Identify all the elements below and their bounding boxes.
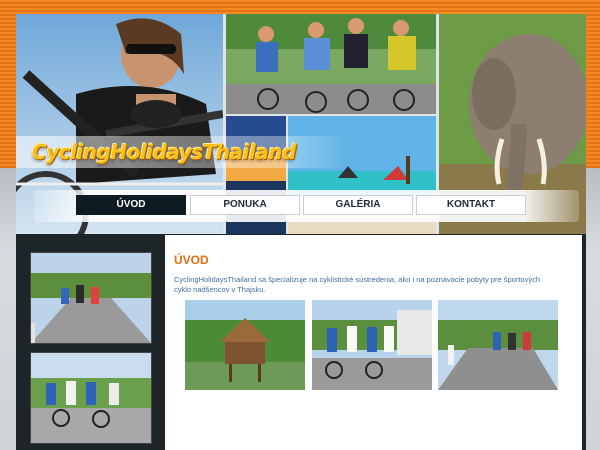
banner-photo-group xyxy=(226,14,436,114)
sidebar-photo-road-cyclists[interactable] xyxy=(30,252,152,344)
nav-item-uvod[interactable]: ÚVOD xyxy=(76,195,186,215)
sidebar-photo-team[interactable] xyxy=(30,352,152,444)
page-title: ÚVOD xyxy=(174,253,209,267)
gallery-photo-hut[interactable] xyxy=(185,300,305,390)
nav-item-kontakt[interactable]: KONTAKT xyxy=(416,195,526,215)
gallery-photo-road-ride[interactable] xyxy=(438,300,558,390)
intro-text: CyclingHolidaysThailand sa špecializuje … xyxy=(174,275,541,294)
header-banner: CyclingHolidaysThailand ÚVOD PONUKA GALÉ… xyxy=(16,14,586,234)
site-logo[interactable]: CyclingHolidaysThailand xyxy=(32,140,296,164)
gallery-photo-cyclists-van[interactable] xyxy=(312,300,432,390)
nav-item-ponuka[interactable]: PONUKA xyxy=(190,195,300,215)
site-frame: CyclingHolidaysThailand ÚVOD PONUKA GALÉ… xyxy=(16,14,586,450)
nav-item-galeria[interactable]: GALÉRIA xyxy=(303,195,413,215)
main-content: ÚVOD CyclingHolidaysThailand sa špeciali… xyxy=(165,235,582,450)
